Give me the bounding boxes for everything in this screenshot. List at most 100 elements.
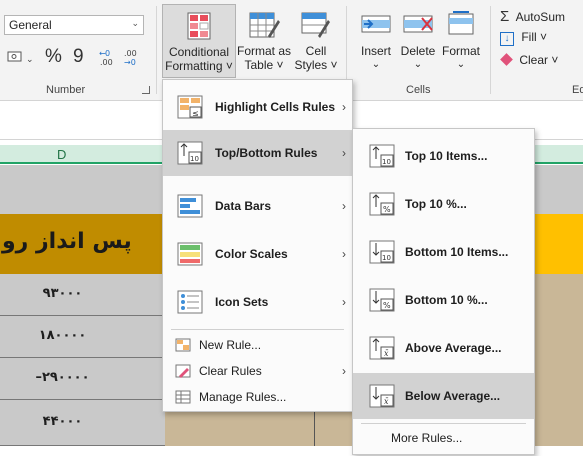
format-as-table-label-1: Format as [236,44,291,58]
accounting-format-button[interactable]: ⌄ [6,48,34,66]
menu-item-bottom-10-items[interactable]: 10 Bottom 10 Items... [353,229,534,275]
menu-item-top-10-items[interactable]: 10 Top 10 Items... [353,133,534,179]
fill-label: Fill ˅ [521,30,548,44]
data-value: ۴۴۰۰۰ [42,414,83,429]
svg-text:10: 10 [190,155,199,163]
delete-button[interactable]: Delete ⌄ [398,4,438,78]
column-header-d[interactable]: D [57,147,66,162]
chevron-down-icon: ⌄ [456,59,466,70]
conditional-formatting-button[interactable]: Conditional Formatting ˅ [162,4,236,78]
format-button[interactable]: Format ⌄ [440,4,482,78]
format-cells-icon [448,11,474,35]
eraser-icon [500,53,513,66]
svg-text:0: 0 [105,49,110,58]
conditional-formatting-label-2: Formatting ˅ [165,59,233,73]
menu-item-new-rule[interactable]: New Rule... [163,332,352,358]
menu-separator [171,329,344,330]
menu-item-bottom-10-percent[interactable]: % Bottom 10 %... [353,277,534,323]
svg-text:10: 10 [382,158,391,166]
svg-text:≤: ≤ [192,109,199,118]
comma-style-button[interactable]: 9 [73,46,89,68]
svg-text:→0: →0 [124,58,136,67]
insert-cells-icon [361,15,391,33]
color-scales-icon [177,242,203,266]
menu-item-top-10-percent[interactable]: % Top 10 %... [353,181,534,227]
top-10-percent-label: Top 10 %... [405,197,467,211]
group-divider [490,6,491,94]
more-rules-label: More Rules... [391,431,463,445]
number-format-value: General [9,18,52,32]
bottom-10-percent-label: Bottom 10 %... [405,293,488,307]
top-10-percent-icon: % [369,192,395,216]
delete-cells-icon [403,15,433,33]
top-bottom-rules-icon: 10 [177,141,203,165]
bottom-10-percent-icon: % [369,288,395,312]
format-as-table-icon [249,12,280,38]
percent-icon: % [45,46,62,67]
highlight-cells-icon: ≤ [177,95,203,119]
above-average-icon: x̄ [369,336,395,360]
number-format-dropdown[interactable]: General ⌄ [4,15,144,35]
chevron-down-icon: ⌄ [413,59,423,70]
menu-item-more-rules[interactable]: More Rules... [353,426,534,450]
autosum-button[interactable]: Σ AutoSum [500,8,583,26]
delete-label: Delete [400,44,436,58]
svg-text:%: % [383,205,391,214]
sigma-icon: Σ [500,8,510,25]
svg-text:10: 10 [382,254,391,262]
new-rule-label: New Rule... [199,338,262,352]
menu-item-below-average[interactable]: x̄ Below Average... [353,373,534,419]
percent-style-button[interactable]: % [45,46,65,68]
clear-rules-icon [175,364,191,378]
decrease-decimal-button[interactable]: .00 →0 [123,47,143,67]
clear-label: Clear ˅ [519,53,559,67]
conditional-formatting-icon [187,12,211,40]
autosum-label: AutoSum [515,10,565,24]
fill-button[interactable]: ↓ Fill ˅ [500,30,583,48]
conditional-formatting-label-1: Conditional [168,45,230,59]
increase-decimal-button[interactable]: 0 ← .00 [99,47,119,67]
menu-item-manage-rules[interactable]: Manage Rules... [163,384,352,410]
chevron-right-icon: › [342,364,346,378]
svg-text:x̄: x̄ [384,349,389,358]
chevron-right-icon: › [342,247,346,261]
dialog-launcher-icon[interactable] [142,86,150,94]
tan-cell[interactable] [165,409,353,446]
data-bars-label: Data Bars [215,199,272,213]
chevron-right-icon: › [342,146,346,160]
currency-icon: ⌄ [7,51,34,65]
svg-text:.00: .00 [100,58,113,67]
cells-group-label: Cells [406,84,431,96]
menu-item-data-bars[interactable]: Data Bars › [163,183,352,229]
data-value: –۲۹۰۰۰۰ [35,370,90,385]
below-average-icon: x̄ [369,384,395,408]
menu-item-color-scales[interactable]: Color Scales › [163,231,352,277]
menu-item-above-average[interactable]: x̄ Above Average... [353,325,534,371]
cell-styles-icon [301,12,330,38]
header-cell-right[interactable] [534,214,583,274]
menu-item-clear-rules[interactable]: Clear Rules › [163,358,352,384]
top-bottom-rules-submenu: 10 Top 10 Items... % Top 10 %... 10 Bott… [352,128,535,455]
cell-styles-label-1: Cell [305,44,327,58]
clear-rules-label: Clear Rules [199,364,262,378]
insert-button[interactable]: Insert ⌄ [354,4,398,78]
chevron-right-icon: › [342,295,346,309]
bottom-10-items-label: Bottom 10 Items... [405,245,509,259]
bottom-10-items-icon: 10 [369,240,395,264]
clear-button[interactable]: Clear ˅ [500,53,583,71]
format-as-table-button[interactable]: Format as Table ˅ [236,4,292,78]
menu-item-icon-sets[interactable]: Icon Sets › [163,279,352,325]
tan-cell[interactable] [534,274,583,446]
menu-item-top-bottom-rules[interactable]: 10 Top/Bottom Rules › [163,130,352,176]
insert-label: Insert [360,44,391,58]
cell-styles-button[interactable]: Cell Styles ˅ [292,4,340,78]
chevron-right-icon: › [342,199,346,213]
cell-border [314,409,315,446]
svg-text:x̄: x̄ [384,397,389,406]
group-divider [156,6,157,94]
decrease-decimal-icon: .00 →0 [124,49,137,67]
chevron-down-icon: ⌄ [131,18,139,28]
svg-text:.00: .00 [124,49,137,58]
cell-styles-label-2: Styles ˅ [294,58,338,72]
menu-item-highlight-cells-rules[interactable]: ≤ Highlight Cells Rules › [163,84,352,130]
